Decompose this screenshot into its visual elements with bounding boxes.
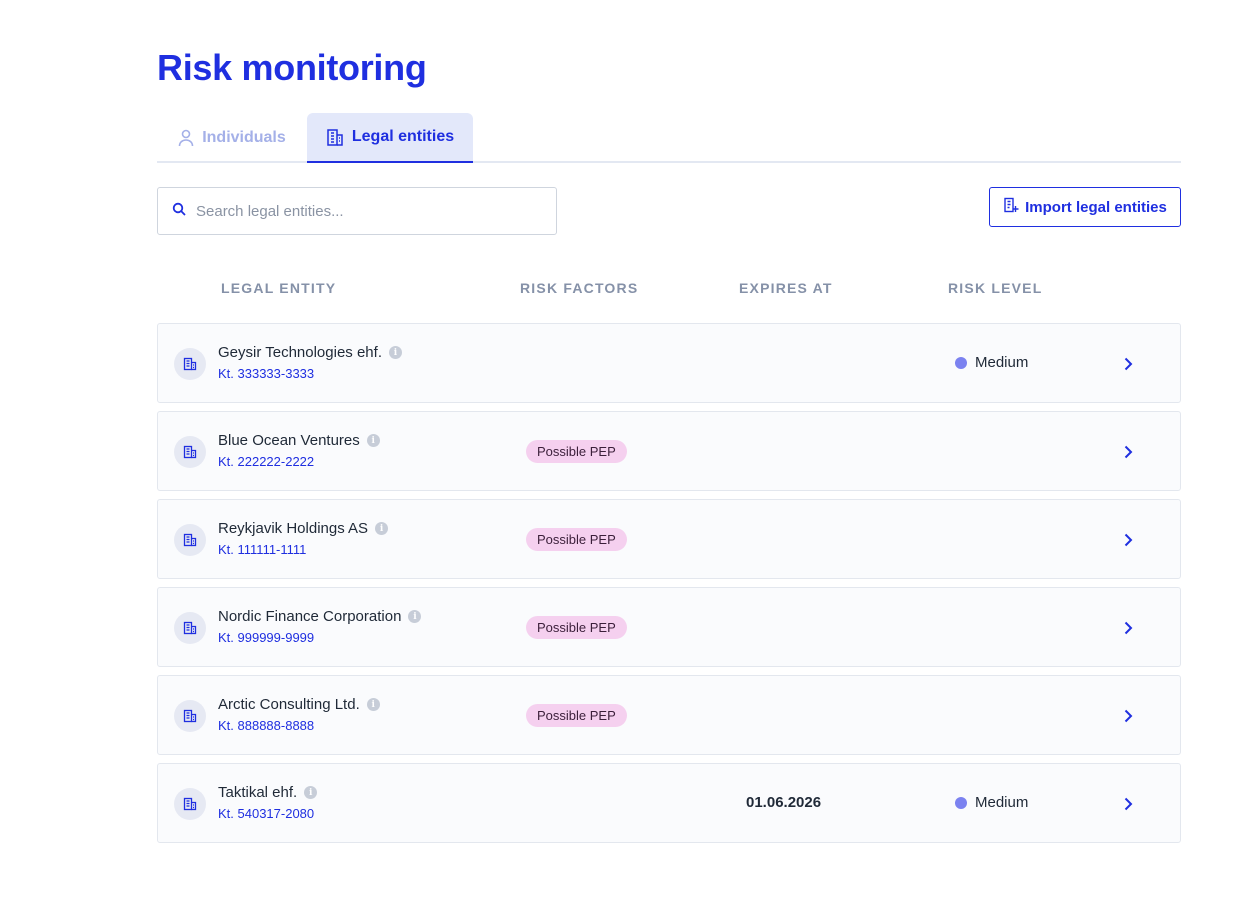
entity-list: Geysir Technologies ehf. i Kt. 333333-33…: [157, 323, 1181, 851]
info-icon[interactable]: i: [366, 434, 380, 447]
entity-name: Taktikal ehf.: [218, 784, 298, 801]
entity-kt: Kt. 333333-3333: [218, 366, 315, 381]
table-row[interactable]: Taktikal ehf. i Kt. 540317-2080 01.06.202…: [157, 763, 1181, 843]
table-header: LEGAL ENTITY RISK FACTORS EXPIRES AT RIS…: [157, 280, 1181, 302]
tab-label: Individuals: [202, 129, 286, 146]
page-title: Risk monitoring: [157, 47, 427, 88]
chevron-right-icon[interactable]: [1120, 707, 1136, 725]
search-box: [157, 187, 557, 235]
chevron-right-icon[interactable]: [1120, 443, 1136, 461]
building-icon: [326, 128, 344, 146]
expires-at: 01.06.2026: [746, 794, 822, 811]
building-icon: [174, 436, 206, 468]
entity-name: Nordic Finance Corporation: [218, 608, 402, 625]
info-icon[interactable]: i: [375, 522, 389, 535]
column-header-risk-level: RISK LEVEL: [948, 280, 1043, 296]
table-row[interactable]: Arctic Consulting Ltd. i Kt. 888888-8888…: [157, 675, 1181, 755]
risk-level-dot: [955, 356, 967, 369]
table-row[interactable]: Reykjavik Holdings AS i Kt. 111111-1111 P…: [157, 499, 1181, 579]
column-header-expires-at: EXPIRES AT: [739, 280, 833, 296]
table-row[interactable]: Nordic Finance Corporation i Kt. 999999-…: [157, 587, 1181, 667]
info-icon[interactable]: i: [366, 698, 380, 711]
import-label: Import legal entities: [1025, 198, 1167, 216]
building-icon: [174, 348, 206, 380]
chevron-right-icon[interactable]: [1120, 619, 1136, 637]
import-building-icon: [1003, 197, 1019, 217]
column-header-legal-entity: LEGAL ENTITY: [221, 280, 337, 296]
chevron-right-icon[interactable]: [1120, 355, 1136, 373]
entity-name: Blue Ocean Ventures: [218, 432, 360, 449]
tab-individuals[interactable]: Individuals: [157, 113, 307, 163]
chevron-right-icon[interactable]: [1120, 795, 1136, 813]
entity-kt: Kt. 999999-9999: [218, 630, 315, 645]
risk-level: Medium: [955, 354, 1028, 371]
entity-kt: Kt. 888888-8888: [218, 718, 315, 733]
building-icon: [174, 612, 206, 644]
table-row[interactable]: Geysir Technologies ehf. i Kt. 333333-33…: [157, 323, 1181, 403]
column-header-risk-factors: RISK FACTORS: [520, 280, 639, 296]
entity-name: Reykjavik Holdings AS: [218, 520, 369, 537]
risk-factor-badge: Possible PEP: [526, 528, 627, 551]
risk-level-label: Medium: [975, 354, 1029, 371]
entity-name-line: Blue Ocean Ventures i: [218, 432, 380, 449]
entity-name-line: Nordic Finance Corporation i: [218, 608, 422, 625]
risk-factor-badge: Possible PEP: [526, 616, 627, 639]
entity-name-line: Reykjavik Holdings AS i: [218, 520, 389, 537]
entity-kt: Kt. 222222-2222: [218, 454, 315, 469]
entity-kt: Kt. 111111-1111: [218, 542, 307, 557]
entity-name-line: Taktikal ehf. i: [218, 784, 318, 801]
chevron-right-icon[interactable]: [1120, 531, 1136, 549]
risk-level-label: Medium: [975, 794, 1029, 811]
info-icon[interactable]: i: [304, 786, 318, 799]
risk-level: Medium: [955, 794, 1028, 811]
building-icon: [174, 788, 206, 820]
tab-bar: Individuals Legal entities: [157, 113, 1181, 163]
risk-factor-badge: Possible PEP: [526, 440, 627, 463]
building-icon: [174, 700, 206, 732]
entity-name: Geysir Technologies ehf.: [218, 344, 382, 361]
table-row[interactable]: Blue Ocean Ventures i Kt. 222222-2222 Pos…: [157, 411, 1181, 491]
info-icon[interactable]: i: [408, 610, 422, 623]
entity-kt: Kt. 540317-2080: [218, 806, 315, 821]
import-legal-entities-button[interactable]: Import legal entities: [989, 187, 1181, 227]
search-input[interactable]: [196, 202, 536, 220]
info-icon[interactable]: i: [388, 346, 402, 359]
risk-level-dot: [955, 796, 967, 809]
entity-name: Arctic Consulting Ltd.: [218, 696, 360, 713]
entity-name-line: Geysir Technologies ehf. i: [218, 344, 402, 361]
tab-legal-entities[interactable]: Legal entities: [307, 113, 473, 163]
tab-label: Legal entities: [351, 128, 455, 145]
entity-name-line: Arctic Consulting Ltd. i: [218, 696, 380, 713]
person-icon: [178, 129, 194, 147]
risk-factor-badge: Possible PEP: [526, 704, 627, 727]
building-icon: [174, 524, 206, 556]
search-icon: [172, 202, 186, 221]
